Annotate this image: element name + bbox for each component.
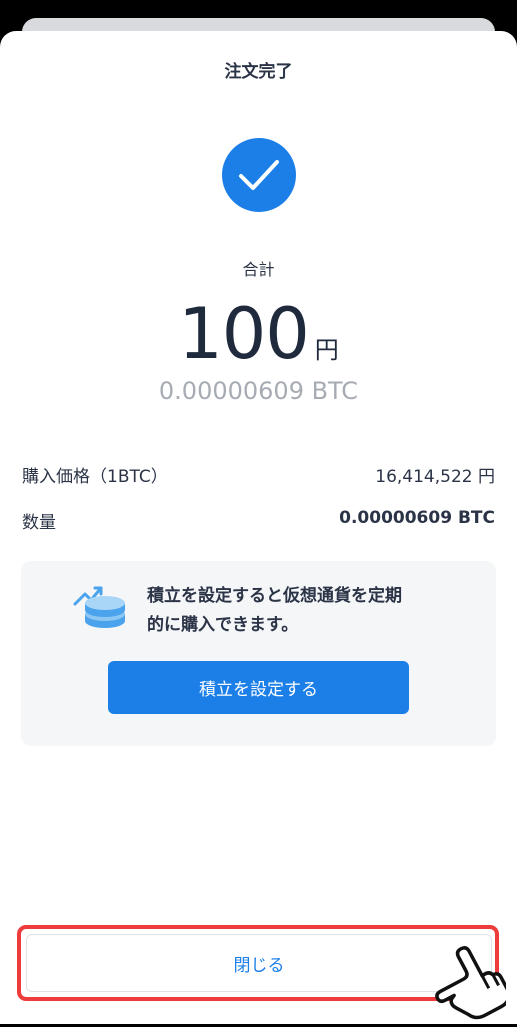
success-check-icon: [222, 138, 296, 212]
amount-value: 100: [178, 293, 310, 375]
close-button[interactable]: 閉じる: [26, 934, 492, 992]
quantity-row: 数量 0.00000609 BTC: [22, 508, 495, 533]
total-label: 合計: [242, 260, 275, 279]
price-label: 購入価格（1BTC）: [22, 467, 168, 487]
setup-auto-buy-button[interactable]: 積立を設定する: [108, 661, 409, 714]
price-value: 16,414,522 円: [375, 467, 495, 487]
quantity-label: 数量: [22, 513, 56, 533]
coins-growth-icon: [73, 583, 129, 637]
page-title: 注文完了: [224, 62, 293, 82]
amount-unit: 円: [314, 336, 339, 364]
pointing-hand-icon: [432, 943, 511, 1027]
order-complete-sheet: 注文完了 合計 100 円 0.00000609 BTC 購入価格（1BTC） 1…: [0, 31, 517, 1024]
promo-text-line: 的に購入できます。: [147, 615, 299, 635]
promo-text-line: 積立を設定すると仮想通貨を定期: [147, 586, 402, 606]
btc-amount: 0.00000609 BTC: [158, 377, 359, 405]
price-row: 購入価格（1BTC） 16,414,522 円: [22, 462, 495, 487]
total-amount: 100 円: [0, 293, 517, 375]
quantity-value: 0.00000609 BTC: [339, 508, 495, 528]
auto-buy-promo: 積立を設定すると仮想通貨を定期 的に購入できます。 積立を設定する: [21, 561, 496, 746]
promo-text: 積立を設定すると仮想通貨を定期 的に購入できます。: [147, 582, 447, 640]
